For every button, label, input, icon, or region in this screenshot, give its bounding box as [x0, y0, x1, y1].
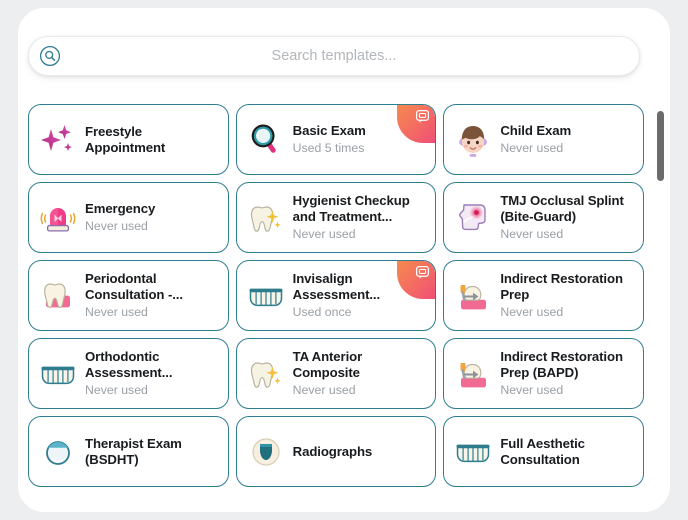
template-text: Periodontal Consultation -... Never used	[85, 271, 220, 320]
crown-prep-icon	[453, 354, 493, 394]
template-card[interactable]: Child Exam Never used	[443, 104, 644, 175]
search-row	[28, 36, 640, 76]
siren-light-icon	[38, 198, 78, 238]
template-card[interactable]: TMJ Occlusal Splint (Bite-Guard) Never us…	[443, 182, 644, 253]
sparkling-tooth-icon	[246, 354, 286, 394]
template-title: Therapist Exam (BSDHT)	[85, 435, 182, 467]
child-face-icon	[453, 120, 493, 160]
sparkles-icon	[38, 120, 78, 160]
template-usage-label: Never used	[292, 227, 356, 241]
scrollbar-thumb[interactable]	[657, 111, 664, 181]
template-usage-label: Used 5 times	[292, 141, 365, 155]
template-card[interactable]: Hygienist Checkup and Treatment... Never …	[235, 182, 437, 253]
template-card[interactable]: Freestyle Appointment	[28, 104, 229, 175]
search-icon[interactable]	[39, 45, 61, 67]
template-text: Indirect Restoration Prep Never used	[500, 271, 635, 320]
template-title: Radiographs	[292, 443, 373, 459]
template-usage-label: Never used	[292, 383, 356, 397]
template-usage-label: Never used	[85, 305, 148, 319]
template-title: Periodontal Consultation -...	[85, 271, 183, 302]
template-title: Indirect Restoration Prep (BAPD)	[500, 349, 623, 380]
aligner-teeth-icon	[453, 432, 493, 472]
template-title: Orthodontic Assessment...	[85, 349, 173, 380]
sparkling-tooth-icon	[246, 198, 286, 238]
template-text: TA Anterior Composite Never used	[293, 349, 428, 398]
template-card[interactable]: Emergency Never used	[28, 182, 229, 253]
template-card[interactable]: Indirect Restoration Prep Never used	[443, 260, 644, 331]
tooth-gums-icon	[38, 276, 78, 316]
template-usage-label: Used once	[292, 305, 352, 319]
aligner-teeth-icon	[38, 354, 78, 394]
template-title: Hygienist Checkup and Treatment...	[292, 193, 410, 224]
template-text: Therapist Exam (BSDHT)	[85, 436, 220, 468]
templates-scroll-area[interactable]: Freestyle Appointment Basic Exam Used 5 t…	[18, 88, 670, 488]
template-title: TMJ Occlusal Splint (Bite-Guard)	[500, 193, 624, 224]
template-text: Hygienist Checkup and Treatment... Never …	[293, 193, 428, 242]
template-text: Emergency Never used	[85, 201, 220, 234]
template-text: Freestyle Appointment	[85, 124, 220, 156]
template-usage-label: Never used	[500, 383, 564, 397]
templates-panel: Freestyle Appointment Basic ExamUsed 5 t…	[18, 8, 670, 512]
aligner-teeth-icon	[246, 276, 286, 316]
head-pain-icon	[453, 198, 493, 238]
template-usage-label: Never used	[500, 305, 564, 319]
template-title: Freestyle Appointment	[85, 123, 166, 155]
template-text: Orthodontic Assessment... Never used	[85, 349, 220, 398]
search-input[interactable]	[29, 37, 639, 75]
template-card[interactable]: Periodontal Consultation -... Never used	[28, 260, 229, 331]
template-card[interactable]: Basic Exam Used 5 times	[235, 104, 437, 175]
template-card[interactable]: Invisalign Assessment... Used once	[235, 260, 437, 331]
template-usage-label: Never used	[500, 141, 564, 155]
template-usage-label: Never used	[500, 227, 564, 241]
template-usage-label: Never used	[85, 219, 148, 233]
template-text: Full Aesthetic Consultation	[500, 436, 635, 468]
magnifying-glass-icon	[246, 120, 286, 160]
template-text: Child Exam Never used	[500, 123, 635, 156]
mirror-icon	[38, 432, 78, 472]
template-card[interactable]: Indirect Restoration Prep (BAPD) Never us…	[443, 338, 644, 409]
template-text: Radiographs	[293, 444, 428, 460]
template-text: TMJ Occlusal Splint (Bite-Guard) Never us…	[500, 193, 635, 242]
template-card[interactable]: TA Anterior Composite Never used	[235, 338, 437, 409]
scrollbar-track[interactable]	[657, 96, 664, 482]
template-title: Emergency	[85, 201, 156, 216]
template-card[interactable]: Orthodontic Assessment... Never used	[28, 338, 229, 409]
template-card[interactable]: Full Aesthetic Consultation	[443, 416, 644, 487]
template-title: Indirect Restoration Prep	[500, 271, 623, 302]
templates-grid: Freestyle Appointment Basic Exam Used 5 t…	[18, 88, 654, 487]
template-title: Full Aesthetic Consultation	[500, 435, 585, 467]
template-title: Child Exam	[500, 123, 572, 138]
template-text: Indirect Restoration Prep (BAPD) Never us…	[500, 349, 635, 398]
crown-prep-icon	[453, 276, 493, 316]
search-bar[interactable]	[28, 36, 640, 76]
xray-icon	[246, 432, 286, 472]
template-title: TA Anterior Composite	[292, 349, 363, 380]
template-card[interactable]: Therapist Exam (BSDHT)	[28, 416, 229, 487]
template-card[interactable]: Radiographs	[235, 416, 437, 487]
chat-note-icon	[415, 265, 430, 280]
chat-note-icon	[415, 109, 430, 124]
template-usage-label: Never used	[85, 383, 148, 397]
